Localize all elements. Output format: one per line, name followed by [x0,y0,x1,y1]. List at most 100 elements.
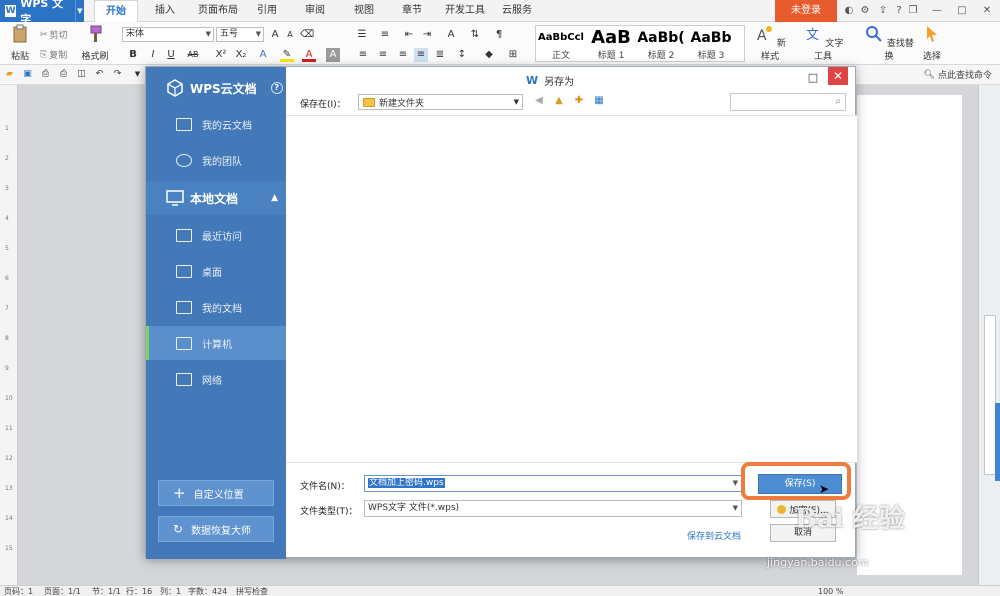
open-folder-icon[interactable]: ▰ [3,68,16,81]
bold-icon[interactable]: B [126,48,140,62]
shading-icon[interactable]: ◆ [482,48,496,62]
format-painter-button[interactable]: 格式刷 [80,24,110,62]
style-heading-3[interactable]: AaBb 标题 3 [686,26,736,63]
sidebar-item-my-documents[interactable]: 我的文档 [146,290,286,324]
tab-review[interactable]: 审阅 [298,0,332,22]
align-left-icon[interactable]: ≡ [356,48,370,62]
char-shading-icon[interactable]: A [326,48,340,62]
superscript-icon[interactable]: X² [214,48,228,62]
cut-button[interactable]: ✂ 剪切 [40,28,68,42]
new-style-button[interactable]: A 新样式 [750,24,790,62]
copy-button[interactable]: ⎘ 复制 [40,48,67,62]
print-preview-icon[interactable]: ◫ [75,68,88,81]
subscript-icon[interactable]: X₂ [234,48,248,62]
increase-indent-icon[interactable]: ⇥ [420,28,434,42]
italic-icon[interactable]: I [146,48,160,62]
undo-icon[interactable]: ↶ [93,68,106,81]
close-icon[interactable]: ✕ [980,4,994,18]
distributed-align-icon[interactable]: ≣ [433,48,447,62]
text-tools-button[interactable]: 文 文字工具 [800,24,846,62]
custom-location-button[interactable]: + 自定义位置 [158,480,274,506]
status-zoom[interactable]: 100 % [818,586,843,596]
new-folder-icon[interactable]: ✚ [572,94,586,108]
sort-icon[interactable]: ⇅ [468,28,482,42]
login-button[interactable]: 未登录 [775,0,837,22]
local-docs-header[interactable]: 本地文档 ▲ [146,181,286,215]
save-to-cloud-link[interactable]: 保存到云文档 [687,529,741,542]
side-panel-toggle[interactable] [995,403,1000,481]
font-color-icon[interactable]: A [302,48,316,62]
status-spell-check[interactable]: 拼写检查 [236,586,268,596]
tab-home[interactable]: 开始 [94,0,138,23]
dialog-search-input[interactable]: ⌕ [730,93,846,111]
status-word-count[interactable]: 字数：424 [188,586,227,596]
show-marks-icon[interactable]: ¶ [492,28,506,42]
highlight-icon[interactable]: ✎ [280,48,294,62]
underline-icon[interactable]: U [164,48,178,62]
grow-font-icon[interactable]: A [268,28,282,42]
shrink-font-icon[interactable]: A [283,28,297,42]
file-list[interactable] [286,115,857,463]
tab-references[interactable]: 引用 [250,0,284,22]
window-restore-icon[interactable]: ❐ [906,4,920,18]
sidebar-item-my-cloud-docs[interactable]: 我的云文档 [146,107,286,141]
find-replace-button[interactable]: 查找替换 [864,24,914,62]
customize-quick-access-icon[interactable]: ▼ [131,68,144,81]
print-icon[interactable]: ⎙ [57,68,70,81]
file-name-input[interactable]: 文档加上密码.wps ▼ [364,475,742,492]
tab-developer[interactable]: 开发工具 [441,0,489,22]
align-justify-icon[interactable]: ≡ [414,48,428,62]
skin-icon[interactable]: ◐ [842,4,856,18]
export-pdf-icon[interactable]: ⎙ [39,68,52,81]
paste-button[interactable]: 粘贴 [6,24,34,62]
tab-chapter[interactable]: 章节 [395,0,429,22]
tab-page-layout[interactable]: 页面布局 [192,0,244,22]
text-effect-icon[interactable]: A [256,48,270,62]
style-heading-1[interactable]: AaB 标题 1 [586,26,636,63]
save-icon[interactable]: ▣ [21,68,34,81]
help-circle-icon[interactable]: ? [270,82,283,94]
font-name-select[interactable]: 宋体 ▼ [122,27,214,42]
close-icon[interactable]: ✕ [828,67,848,85]
tab-insert[interactable]: 插入 [145,0,185,22]
align-center-icon[interactable]: ≡ [376,48,390,62]
style-normal[interactable]: AaBbCcl 正文 [536,26,586,63]
redo-icon[interactable]: ↷ [111,68,124,81]
strikethrough-icon[interactable]: AB [186,48,200,62]
file-type-select[interactable]: WPS文字 文件(*.wps) ▼ [364,500,742,517]
save-in-select[interactable]: 新建文件夹 ▼ [358,94,523,110]
style-heading-2[interactable]: AaBb( 标题 2 [636,26,686,63]
tab-view[interactable]: 视图 [347,0,381,22]
tab-cloud-service[interactable]: 云服务 [497,0,537,22]
sidebar-item-network[interactable]: 网络 [146,362,286,396]
data-recovery-button[interactable]: ↻ 数据恢复大师 [158,516,274,542]
vertical-scrollbar[interactable] [978,85,1000,585]
share-icon[interactable]: ⇪ [876,4,890,18]
app-menu-button[interactable]: W WPS 文字 ▼ [0,0,84,26]
decrease-indent-icon[interactable]: ⇤ [402,28,416,42]
help-icon[interactable]: ? [892,4,906,18]
select-button[interactable]: 选择 [918,24,946,62]
back-icon[interactable]: ◀ [532,94,546,108]
gear-icon[interactable]: ⚙ [858,4,872,18]
cloud-docs-header[interactable]: WPS云文档 ? [146,71,286,105]
bullets-icon[interactable]: ☰ [355,28,369,42]
clear-format-icon[interactable]: ⌫ [300,28,314,42]
sidebar-item-recent[interactable]: 最近访问 [146,218,286,252]
sidebar-item-my-team[interactable]: 我的团队 [146,143,286,177]
sidebar-item-desktop[interactable]: 桌面 [146,254,286,288]
numbering-icon[interactable]: ≡ [378,28,392,42]
sidebar-item-computer[interactable]: 计算机 [146,326,286,360]
up-folder-icon[interactable]: ▲ [552,94,566,108]
view-menu-icon[interactable]: ▦ [592,94,606,108]
borders-icon[interactable]: ⊞ [506,48,520,62]
line-spacing-icon[interactable]: ↕ [455,48,469,62]
maximize-icon[interactable]: □ [955,4,969,18]
minimize-icon[interactable]: — [930,4,944,18]
chinese-layout-icon[interactable]: A [444,28,458,42]
collapse-up-icon[interactable]: ▲ [271,193,278,203]
find-command-box[interactable]: 🔍︎ 点此查找命令 [924,68,992,82]
font-size-select[interactable]: 五号 ▼ [216,27,264,42]
maximize-icon[interactable]: □ [805,70,821,86]
align-right-icon[interactable]: ≡ [396,48,410,62]
